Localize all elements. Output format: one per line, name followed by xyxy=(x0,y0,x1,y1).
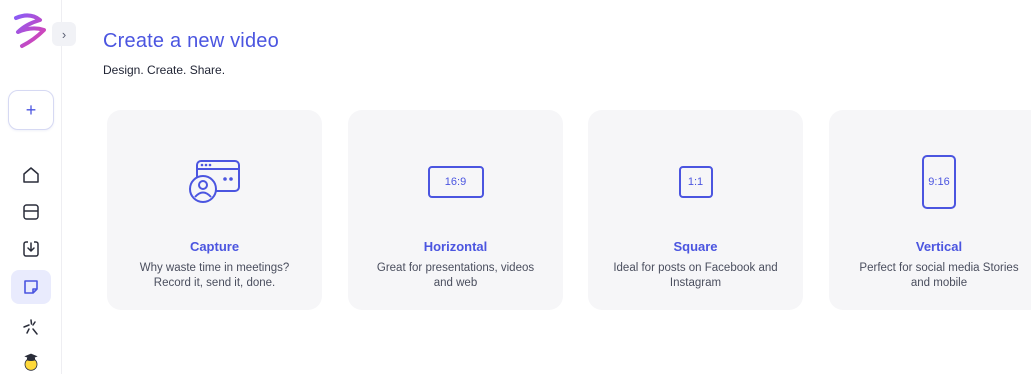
vertical-card[interactable]: 9:16 Vertical Perfect for social media S… xyxy=(829,110,1031,310)
plus-icon: + xyxy=(25,99,37,120)
chevron-right-icon: › xyxy=(61,26,67,42)
sidebar-item-learn[interactable] xyxy=(11,344,51,374)
card-title: Horizontal xyxy=(423,239,488,254)
import-icon xyxy=(23,241,39,257)
card-title: Vertical xyxy=(915,239,963,254)
note-icon xyxy=(24,280,38,294)
capture-illustration xyxy=(107,154,322,210)
card-description: Ideal for posts on Facebook and Instagra… xyxy=(613,262,778,289)
sidebar-item-projects[interactable] xyxy=(11,270,51,304)
vertical-illustration: 9:16 xyxy=(829,154,1031,210)
ratio-9-16-icon: 9:16 xyxy=(922,155,956,209)
ratio-1-1-icon: 1:1 xyxy=(678,166,713,198)
horizontal-illustration: 16:9 xyxy=(348,154,563,210)
page-subtitle: Design. Create. Share. xyxy=(103,63,226,77)
logo-icon xyxy=(14,13,46,48)
square-card[interactable]: 1:1 Square Ideal for posts on Facebook a… xyxy=(588,110,803,310)
horizontal-card[interactable]: 16:9 Horizontal Great for presentations,… xyxy=(348,110,563,310)
square-illustration: 1:1 xyxy=(588,154,803,210)
expand-sidebar-button[interactable]: › xyxy=(52,22,76,46)
card-title: Capture xyxy=(189,239,240,254)
home-icon xyxy=(23,167,39,183)
sidebar-item-templates[interactable] xyxy=(11,195,51,229)
card-title: Square xyxy=(673,239,718,254)
sidebar-item-import[interactable] xyxy=(11,232,51,266)
layout-icon xyxy=(23,204,39,220)
app-logo[interactable] xyxy=(10,10,52,52)
capture-card[interactable]: Capture Why waste time in meetings? Reco… xyxy=(107,110,322,310)
card-description: Great for presentations, videos and web xyxy=(376,262,535,289)
ratio-16-9-icon: 16:9 xyxy=(427,166,484,198)
sidebar-item-ai[interactable] xyxy=(11,310,51,344)
sidebar: › + xyxy=(0,0,76,374)
card-description: Perfect for social media Stories and mob… xyxy=(859,262,1019,289)
page-title: Create a new video xyxy=(103,30,279,52)
sparkle-icon xyxy=(23,319,38,335)
sidebar-item-home[interactable] xyxy=(11,158,51,192)
new-video-button[interactable]: + xyxy=(8,90,54,130)
graduation-cap-icon xyxy=(24,353,38,371)
webcam-screen-icon xyxy=(188,160,240,203)
card-description: Why waste time in meetings? Record it, s… xyxy=(139,262,290,289)
